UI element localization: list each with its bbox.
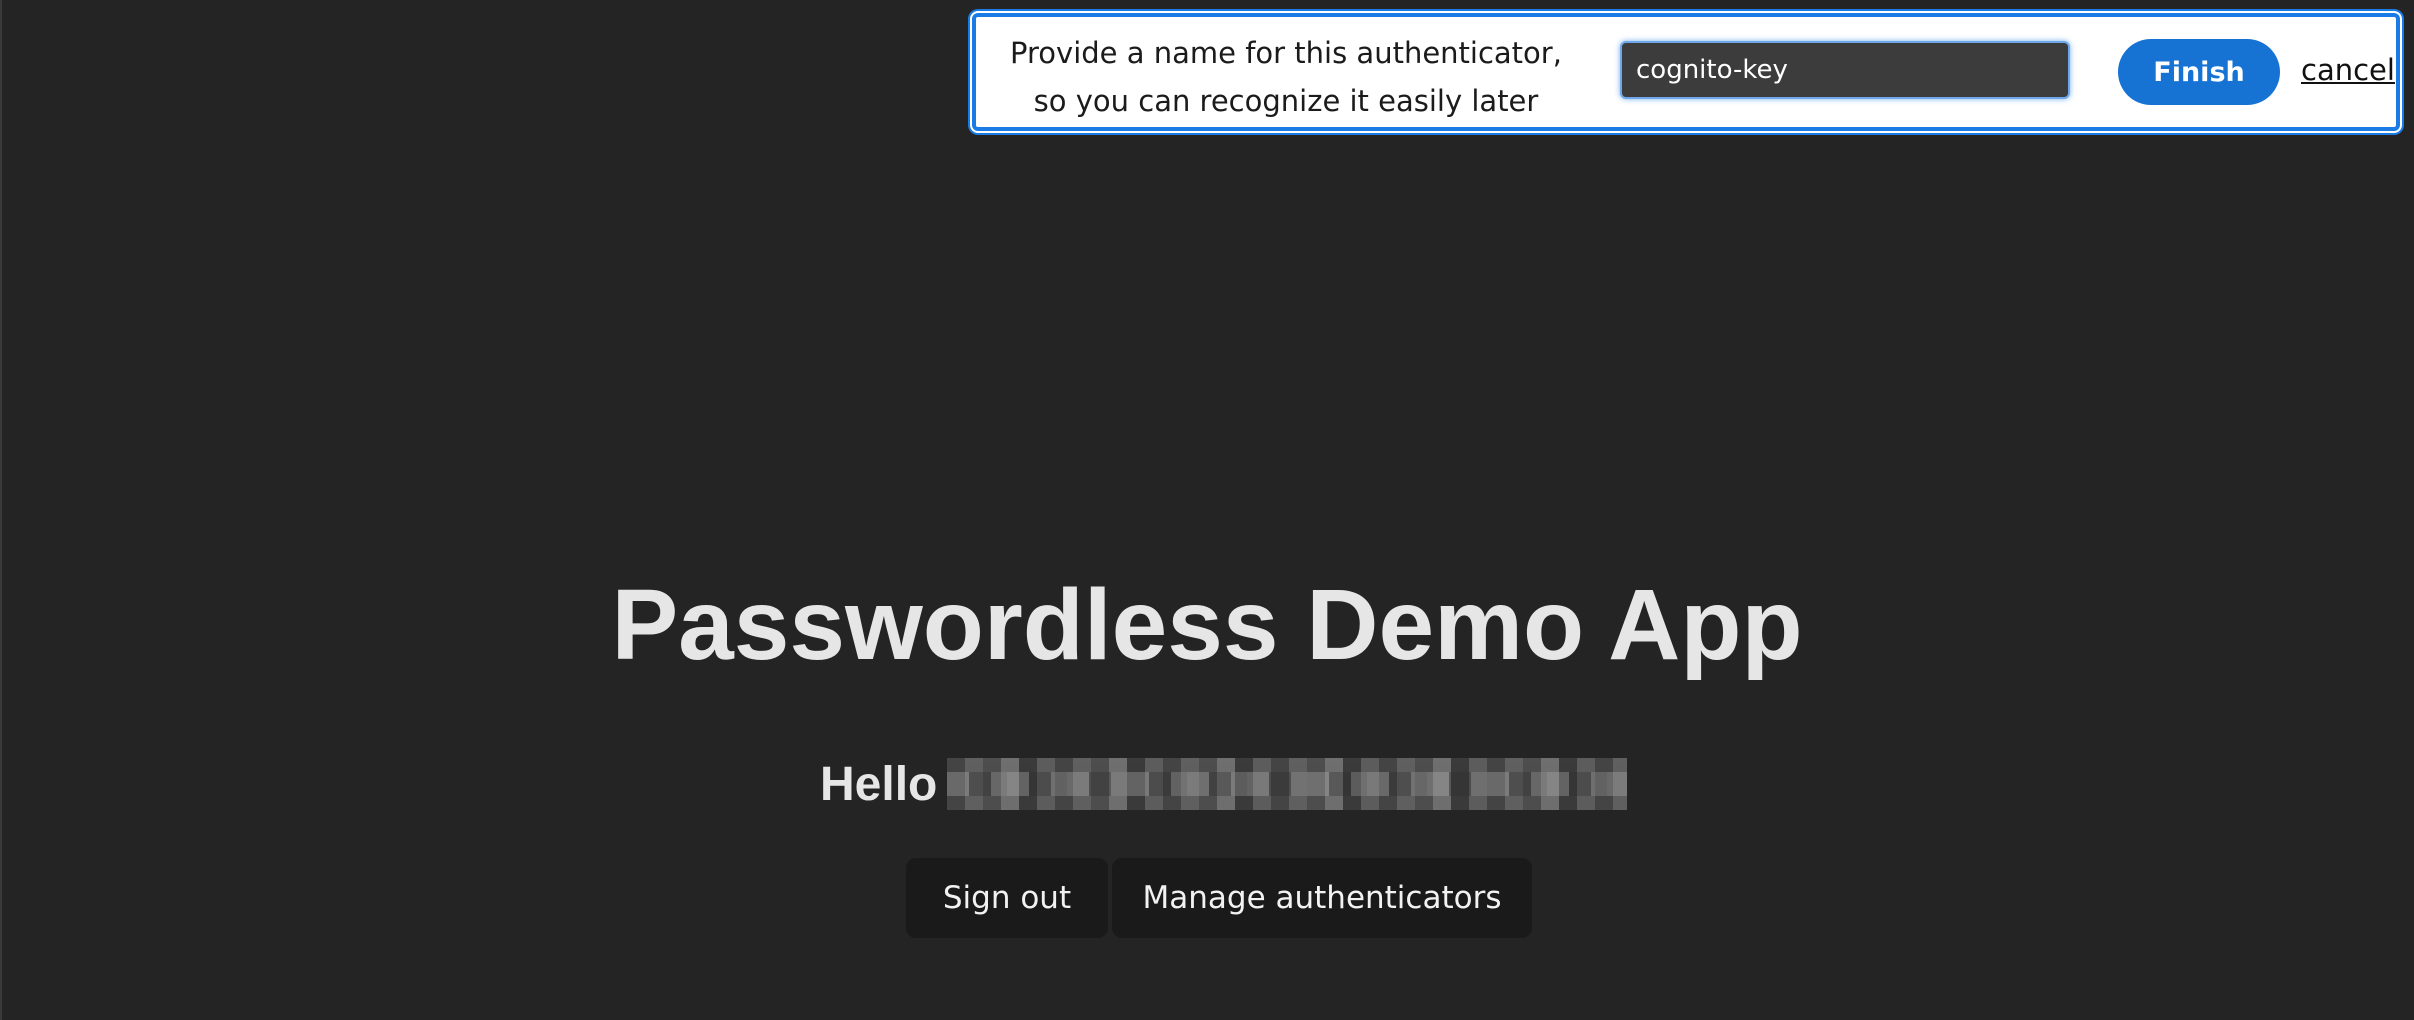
app-title: Passwordless Demo App (611, 569, 1803, 681)
greeting-label: Hello (820, 757, 938, 811)
greeting: Hello (820, 754, 1628, 814)
sign-out-button[interactable]: Sign out (906, 858, 1108, 938)
manage-authenticators-button[interactable]: Manage authenticators (1112, 858, 1532, 938)
redacted-username (947, 758, 1628, 810)
cancel-link[interactable]: cancel (2301, 53, 2395, 87)
authenticator-name-input[interactable] (1620, 41, 2070, 99)
dialog-prompt: Provide a name for this authenticator, s… (1010, 36, 1562, 118)
finish-button[interactable]: Finish (2118, 39, 2280, 105)
action-buttons: Sign out Manage authenticators (906, 858, 1532, 938)
window-edge (0, 0, 2, 1020)
authenticator-name-dialog: Provide a name for this authenticator, s… (972, 13, 2400, 131)
